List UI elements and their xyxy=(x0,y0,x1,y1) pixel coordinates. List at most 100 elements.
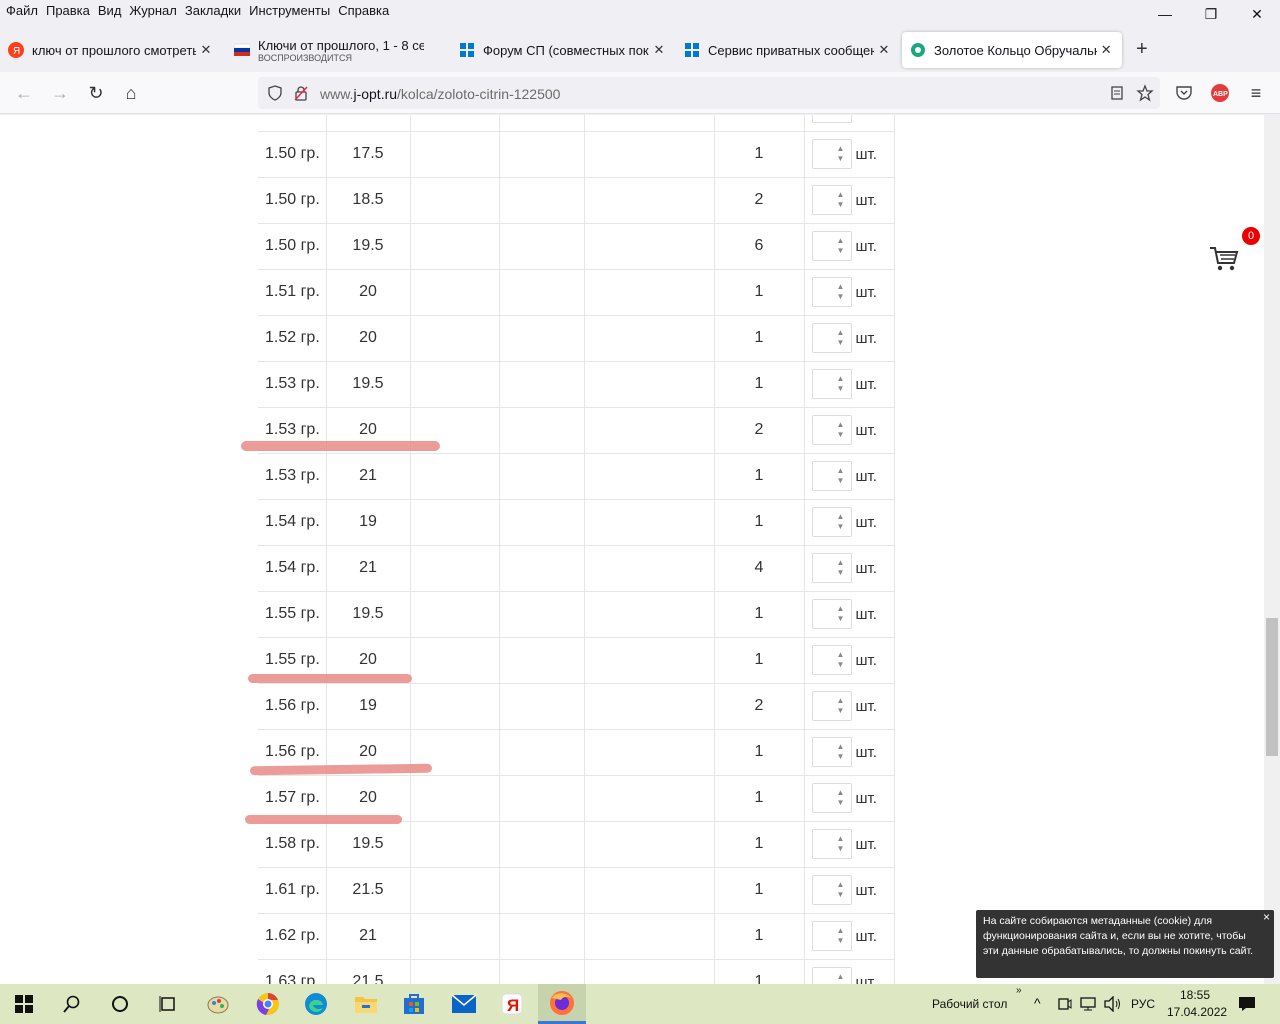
minimize-icon[interactable]: — xyxy=(1142,0,1188,28)
spinner-arrows-icon[interactable]: ▲▼ xyxy=(835,466,847,486)
meet-now-icon[interactable] xyxy=(1058,996,1072,1012)
url-bar[interactable]: www.j-opt.ru/kolca/zoloto-citrin-122500 xyxy=(258,77,1160,109)
store-icon[interactable] xyxy=(394,988,434,1020)
restore-icon[interactable]: ❐ xyxy=(1188,0,1234,28)
quantity-stepper[interactable]: ▲▼ xyxy=(811,553,852,583)
cart-icon[interactable] xyxy=(1208,243,1240,275)
menu-item[interactable]: Журнал xyxy=(127,3,182,18)
spinner-arrows-icon[interactable]: ▲▼ xyxy=(835,972,847,984)
windows-start-icon[interactable] xyxy=(4,988,44,1020)
forward-icon[interactable]: → xyxy=(49,82,71,104)
notifications-icon[interactable] xyxy=(1238,996,1256,1012)
paint-app-icon[interactable] xyxy=(198,988,238,1020)
reload-icon[interactable]: ↻ xyxy=(85,82,107,104)
quantity-stepper[interactable]: ▲▼ xyxy=(811,369,852,399)
spinner-arrows-icon[interactable]: ▲▼ xyxy=(835,374,847,394)
spinner-arrows-icon[interactable]: ▲▼ xyxy=(835,604,847,624)
new-tab-button[interactable]: + xyxy=(1136,38,1148,61)
tab-messages[interactable]: Сервис приватных сообщений ✕ xyxy=(684,32,894,68)
menu-item[interactable]: Правка xyxy=(44,3,96,18)
spinner-arrows-icon[interactable]: ▲▼ xyxy=(835,696,847,716)
clock-time[interactable]: 18:55 xyxy=(1180,988,1210,1002)
firefox-icon[interactable] xyxy=(538,984,586,1024)
spinner-arrows-icon[interactable]: ▲▼ xyxy=(835,788,847,808)
spinner-arrows-icon[interactable]: ▲▼ xyxy=(835,926,847,946)
quantity-stepper[interactable]: ▲▼ xyxy=(811,967,852,984)
quantity-stepper[interactable]: ▲▼ xyxy=(811,737,852,767)
spinner-arrows-icon[interactable]: ▲▼ xyxy=(835,650,847,670)
network-icon[interactable] xyxy=(1080,996,1096,1012)
tray-chevron-up-icon[interactable]: ^ xyxy=(1034,995,1041,1011)
edge-icon[interactable] xyxy=(296,988,336,1020)
spinner-arrows-icon[interactable]: ▲▼ xyxy=(835,420,847,440)
toolbar-expand-icon[interactable]: » xyxy=(1016,985,1022,996)
reader-view-icon[interactable] xyxy=(1109,85,1125,101)
yandex-browser-icon[interactable]: Я xyxy=(492,988,532,1020)
spinner-arrows-icon[interactable]: ▲▼ xyxy=(835,558,847,578)
page-scrollbar[interactable] xyxy=(1264,115,1280,984)
quantity-stepper[interactable]: ▲▼ xyxy=(811,323,852,353)
spinner-arrows-icon[interactable]: ▲▼ xyxy=(835,328,847,348)
file-explorer-icon[interactable] xyxy=(346,988,386,1020)
close-tab-icon[interactable]: ✕ xyxy=(876,42,892,58)
cortana-icon[interactable] xyxy=(100,988,140,1020)
bookmark-star-icon[interactable] xyxy=(1136,84,1154,102)
task-view-icon[interactable] xyxy=(148,988,188,1020)
clock-date[interactable]: 17.04.2022 xyxy=(1167,1005,1227,1019)
quantity-stepper[interactable]: ▲▼ xyxy=(811,829,852,859)
quantity-stepper[interactable]: ▲▼ xyxy=(811,783,852,813)
close-tab-icon[interactable]: ✕ xyxy=(198,42,214,58)
desktop-toolbar-label[interactable]: Рабочий стол xyxy=(932,997,1007,1011)
menu-item[interactable]: Закладки xyxy=(183,3,247,18)
tab-forum[interactable]: Форум СП (совместных покупок) ✕ xyxy=(459,32,669,68)
chrome-icon[interactable] xyxy=(248,988,288,1020)
spinner-arrows-icon[interactable]: ▲▼ xyxy=(835,115,847,118)
menu-item[interactable]: Файл xyxy=(4,3,44,18)
tab-yandex-search[interactable]: Я ключ от прошлого смотреть онлайн ✕ xyxy=(8,32,218,68)
menu-item[interactable]: Справка xyxy=(336,3,395,18)
quantity-stepper[interactable]: ▲▼ xyxy=(811,645,852,675)
svg-text:Я: Я xyxy=(13,46,20,57)
menu-item[interactable]: Инструменты xyxy=(247,3,336,18)
quantity-stepper[interactable]: ▲▼ xyxy=(811,875,852,905)
close-window-icon[interactable]: ✕ xyxy=(1234,0,1280,28)
spinner-arrows-icon[interactable]: ▲▼ xyxy=(835,282,847,302)
insecure-lock-icon[interactable] xyxy=(293,85,309,101)
spinner-arrows-icon[interactable]: ▲▼ xyxy=(835,512,847,532)
spinner-arrows-icon[interactable]: ▲▼ xyxy=(835,236,847,256)
spinner-arrows-icon[interactable]: ▲▼ xyxy=(835,190,847,210)
quantity-stepper[interactable]: ▲▼ xyxy=(811,277,852,307)
quantity-stepper[interactable]: ▲▼ xyxy=(811,415,852,445)
close-tab-icon[interactable]: ✕ xyxy=(1099,42,1114,58)
spinner-arrows-icon[interactable]: ▲▼ xyxy=(835,834,847,854)
spinner-arrows-icon[interactable]: ▲▼ xyxy=(835,880,847,900)
spinner-arrows-icon[interactable]: ▲▼ xyxy=(835,742,847,762)
quantity-stepper[interactable]: ▲▼ xyxy=(811,921,852,951)
spinner-arrows-icon[interactable]: ▲▼ xyxy=(835,144,847,164)
volume-icon[interactable] xyxy=(1104,996,1122,1012)
close-tab-icon[interactable]: ✕ xyxy=(651,42,667,58)
adblock-icon[interactable]: ABP xyxy=(1210,83,1230,103)
pocket-icon[interactable] xyxy=(1175,84,1193,102)
menu-hamburger-icon[interactable]: ≡ xyxy=(1245,82,1267,104)
url-text: www.j-opt.ru/kolca/zoloto-citrin-122500 xyxy=(320,86,561,102)
shield-icon[interactable] xyxy=(267,85,283,101)
menu-item[interactable]: Вид xyxy=(96,3,128,18)
search-icon[interactable] xyxy=(52,988,92,1020)
quantity-stepper[interactable]: ▲▼ xyxy=(811,599,852,629)
quantity-stepper[interactable]: ▲▼ xyxy=(811,231,852,261)
language-indicator[interactable]: РУС xyxy=(1131,997,1155,1011)
cookie-close-button[interactable]: × xyxy=(1263,910,1270,925)
mail-icon[interactable] xyxy=(444,988,484,1020)
tab-active-shop[interactable]: Золотое Кольцо Обручальные ✕ xyxy=(902,32,1122,68)
quantity-stepper[interactable]: ▲▼ xyxy=(811,461,852,491)
back-icon[interactable]: ← xyxy=(13,82,35,104)
quantity-stepper[interactable]: ▲▼ xyxy=(811,691,852,721)
quantity-stepper[interactable]: ▲▼ xyxy=(811,507,852,537)
quantity-stepper[interactable]: ▲▼ xyxy=(811,139,852,169)
home-icon[interactable]: ⌂ xyxy=(120,82,142,104)
scrollbar-thumb[interactable] xyxy=(1266,618,1278,756)
quantity-stepper[interactable]: ▲▼ xyxy=(811,185,852,215)
tab-series[interactable]: Ключи от прошлого, 1 - 8 серия ВОСПРОИЗВ… xyxy=(234,32,444,68)
quantity-stepper[interactable]: ▲▼ xyxy=(811,115,852,123)
